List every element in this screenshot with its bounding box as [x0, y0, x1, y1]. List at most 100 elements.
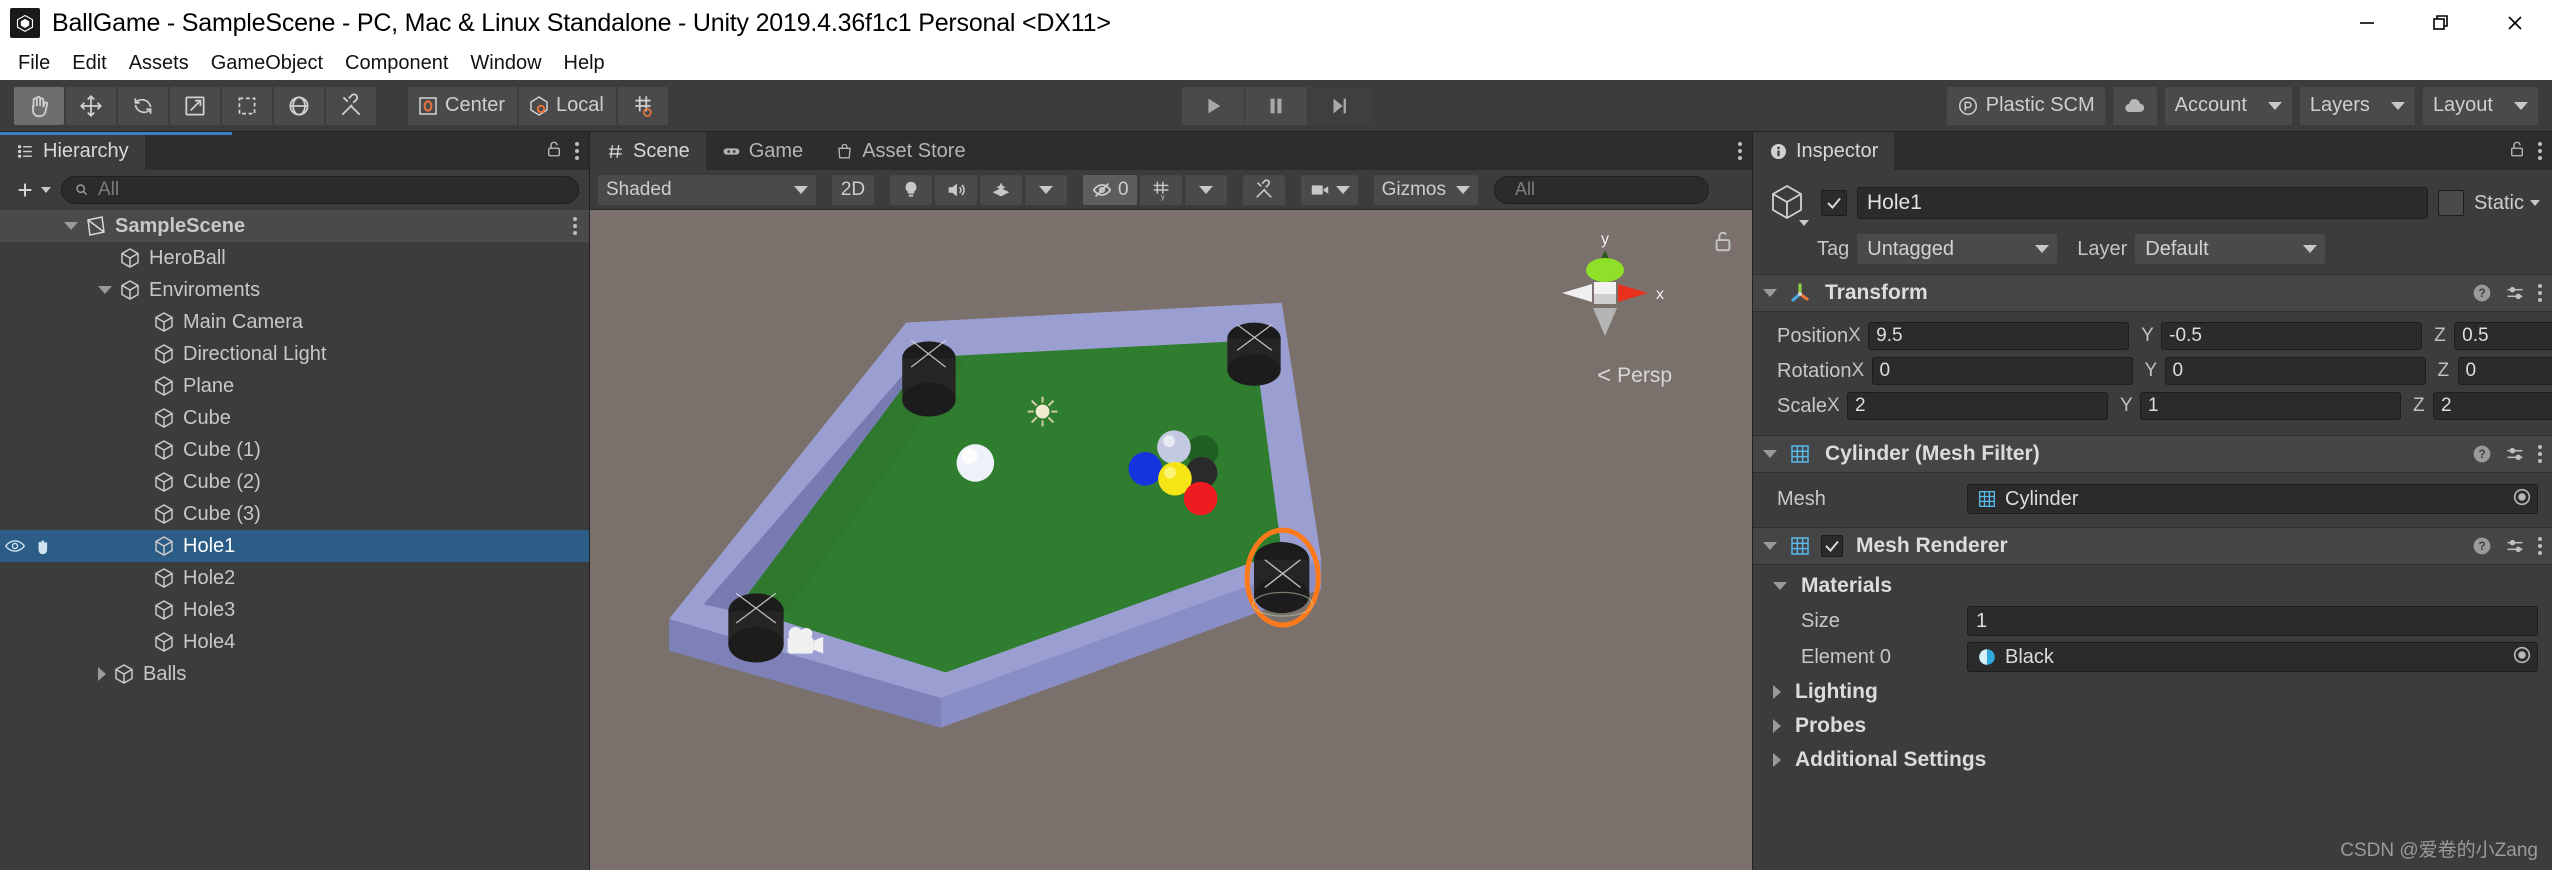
- scene-menu-icon[interactable]: [1738, 142, 1742, 160]
- hierarchy-item-balls[interactable]: Balls: [0, 658, 589, 690]
- scene-orientation-gizmo[interactable]: y x: [1540, 228, 1670, 358]
- menu-edit[interactable]: Edit: [62, 49, 116, 78]
- hierarchy-item-cube-2[interactable]: Cube (2): [0, 466, 589, 498]
- mesh-picker-button[interactable]: [2511, 486, 2533, 513]
- object-enabled-checkbox[interactable]: [1821, 190, 1847, 216]
- scale-x-input[interactable]: [1847, 392, 2109, 420]
- step-button[interactable]: [1308, 86, 1370, 125]
- hierarchy-item-samplescene[interactable]: SampleScene: [0, 210, 589, 242]
- effects-icon[interactable]: [980, 174, 1022, 205]
- tab-asset-store[interactable]: Asset Store: [819, 132, 981, 170]
- scene-context-menu-icon[interactable]: [573, 217, 577, 235]
- account-dropdown[interactable]: Account: [2164, 86, 2292, 125]
- tab-game[interactable]: Game: [706, 132, 819, 170]
- create-object-button[interactable]: [10, 179, 55, 201]
- expander-arrow-icon[interactable]: [64, 222, 78, 230]
- cloud-icon[interactable]: [2112, 86, 2157, 125]
- tab-scene[interactable]: Scene: [590, 132, 706, 170]
- help-icon[interactable]: ?: [2472, 444, 2492, 464]
- probes-foldout[interactable]: Probes: [1767, 709, 2538, 743]
- mesh-filter-menu-icon[interactable]: [2538, 445, 2542, 463]
- scale-tool-button[interactable]: [170, 86, 220, 125]
- toggle-2d-button[interactable]: 2D: [832, 174, 874, 205]
- rect-transform-tool-button[interactable]: [222, 86, 272, 125]
- element0-picker-button[interactable]: [2511, 644, 2533, 671]
- hierarchy-item-hole2[interactable]: Hole2: [0, 562, 589, 594]
- preset-icon[interactable]: [2505, 444, 2525, 464]
- restore-icon[interactable]: [2404, 0, 2478, 46]
- hierarchy-search-field[interactable]: [61, 176, 579, 204]
- rotation-z-input[interactable]: [2457, 357, 2552, 385]
- additional-settings-foldout[interactable]: Additional Settings: [1767, 743, 2538, 777]
- custom-editor-tool-button[interactable]: [326, 86, 376, 125]
- help-icon[interactable]: ?: [2472, 283, 2492, 303]
- hierarchy-menu-icon[interactable]: [575, 142, 579, 160]
- help-icon[interactable]: ?: [2472, 536, 2492, 556]
- pivot-center-button[interactable]: Center: [408, 86, 518, 125]
- object-name-field[interactable]: [1857, 187, 2428, 219]
- hierarchy-item-cube-3[interactable]: Cube (3): [0, 498, 589, 530]
- layer-dropdown[interactable]: Default: [2135, 234, 2326, 264]
- position-z-input[interactable]: [2454, 322, 2552, 350]
- menu-help[interactable]: Help: [554, 49, 615, 78]
- grid-snap-icon[interactable]: [617, 86, 668, 125]
- tab-inspector[interactable]: Inspector: [1753, 132, 1895, 170]
- menu-file[interactable]: File: [8, 49, 60, 78]
- foldout-arrow-icon[interactable]: [1763, 542, 1777, 550]
- hierarchy-item-hole1[interactable]: Hole1: [0, 530, 589, 562]
- play-button[interactable]: [1182, 86, 1244, 125]
- scale-z-input[interactable]: [2433, 392, 2552, 420]
- hierarchy-item-hole3[interactable]: Hole3: [0, 594, 589, 626]
- speaker-icon[interactable]: [935, 174, 977, 205]
- hierarchy-item-main-camera[interactable]: Main Camera: [0, 306, 589, 338]
- foldout-arrow-icon[interactable]: [1773, 685, 1781, 699]
- hierarchy-search-input[interactable]: [98, 179, 566, 201]
- hierarchy-item-directional-light[interactable]: Directional Light: [0, 338, 589, 370]
- static-label-group[interactable]: Static: [2474, 192, 2540, 215]
- scene-search-input[interactable]: [1514, 179, 1747, 200]
- position-x-input[interactable]: [1868, 322, 2130, 350]
- expander-arrow-icon[interactable]: [98, 667, 106, 681]
- foldout-arrow-icon[interactable]: [1763, 289, 1777, 297]
- hierarchy-item-plane[interactable]: Plane: [0, 370, 589, 402]
- tag-dropdown[interactable]: Untagged: [1857, 234, 2058, 264]
- menu-component[interactable]: Component: [335, 49, 458, 78]
- plastic-scm-button[interactable]: Plastic SCM: [1946, 86, 2105, 125]
- mesh-filter-component-header[interactable]: Cylinder (Mesh Filter) ?: [1753, 435, 2552, 473]
- unlock-icon[interactable]: [545, 140, 563, 163]
- grid-dropdown[interactable]: [1184, 174, 1227, 205]
- lighting-foldout[interactable]: Lighting: [1767, 675, 2538, 709]
- pivot-rotation-button[interactable]: Local: [519, 86, 616, 125]
- hierarchy-item-cube[interactable]: Cube: [0, 402, 589, 434]
- static-checkbox[interactable]: [2437, 190, 2464, 216]
- close-icon[interactable]: [2478, 0, 2552, 46]
- preset-icon[interactable]: [2505, 283, 2525, 303]
- object-name-input[interactable]: [1867, 191, 2418, 215]
- scene-search-field[interactable]: [1493, 175, 1747, 204]
- unlock-icon[interactable]: [2508, 140, 2526, 163]
- hierarchy-item-enviroments[interactable]: Enviroments: [0, 274, 589, 306]
- rotation-y-input[interactable]: [2164, 357, 2426, 385]
- expander-arrow-icon[interactable]: [98, 286, 112, 294]
- hierarchy-item-heroball[interactable]: HeroBall: [0, 242, 589, 274]
- hierarchy-item-cube-1[interactable]: Cube (1): [0, 434, 589, 466]
- transform-menu-icon[interactable]: [2538, 284, 2542, 302]
- scene-viewport[interactable]: y x < Persp: [590, 210, 1752, 870]
- projection-mode-label[interactable]: < Persp: [1597, 362, 1672, 390]
- light-bulb-icon[interactable]: [890, 174, 932, 205]
- foldout-arrow-icon[interactable]: [1773, 753, 1781, 767]
- transform-tool-button[interactable]: [274, 86, 324, 125]
- effects-dropdown[interactable]: [1025, 174, 1067, 205]
- foldout-arrow-icon[interactable]: [1763, 450, 1777, 458]
- gizmos-dropdown[interactable]: Gizmos: [1373, 174, 1478, 205]
- scene-gizmo-unlock-icon[interactable]: [1712, 228, 1734, 259]
- menu-assets[interactable]: Assets: [119, 49, 199, 78]
- rotate-tool-button[interactable]: [118, 86, 168, 125]
- draw-mode-dropdown[interactable]: Shaded: [598, 174, 816, 205]
- position-y-input[interactable]: [2161, 322, 2423, 350]
- mesh-renderer-enabled-checkbox[interactable]: [1821, 535, 1843, 557]
- materials-foldout[interactable]: Materials: [1767, 569, 2538, 603]
- pause-button[interactable]: [1245, 86, 1307, 125]
- layout-dropdown[interactable]: Layout: [2422, 86, 2538, 125]
- minimize-icon[interactable]: [2330, 0, 2404, 46]
